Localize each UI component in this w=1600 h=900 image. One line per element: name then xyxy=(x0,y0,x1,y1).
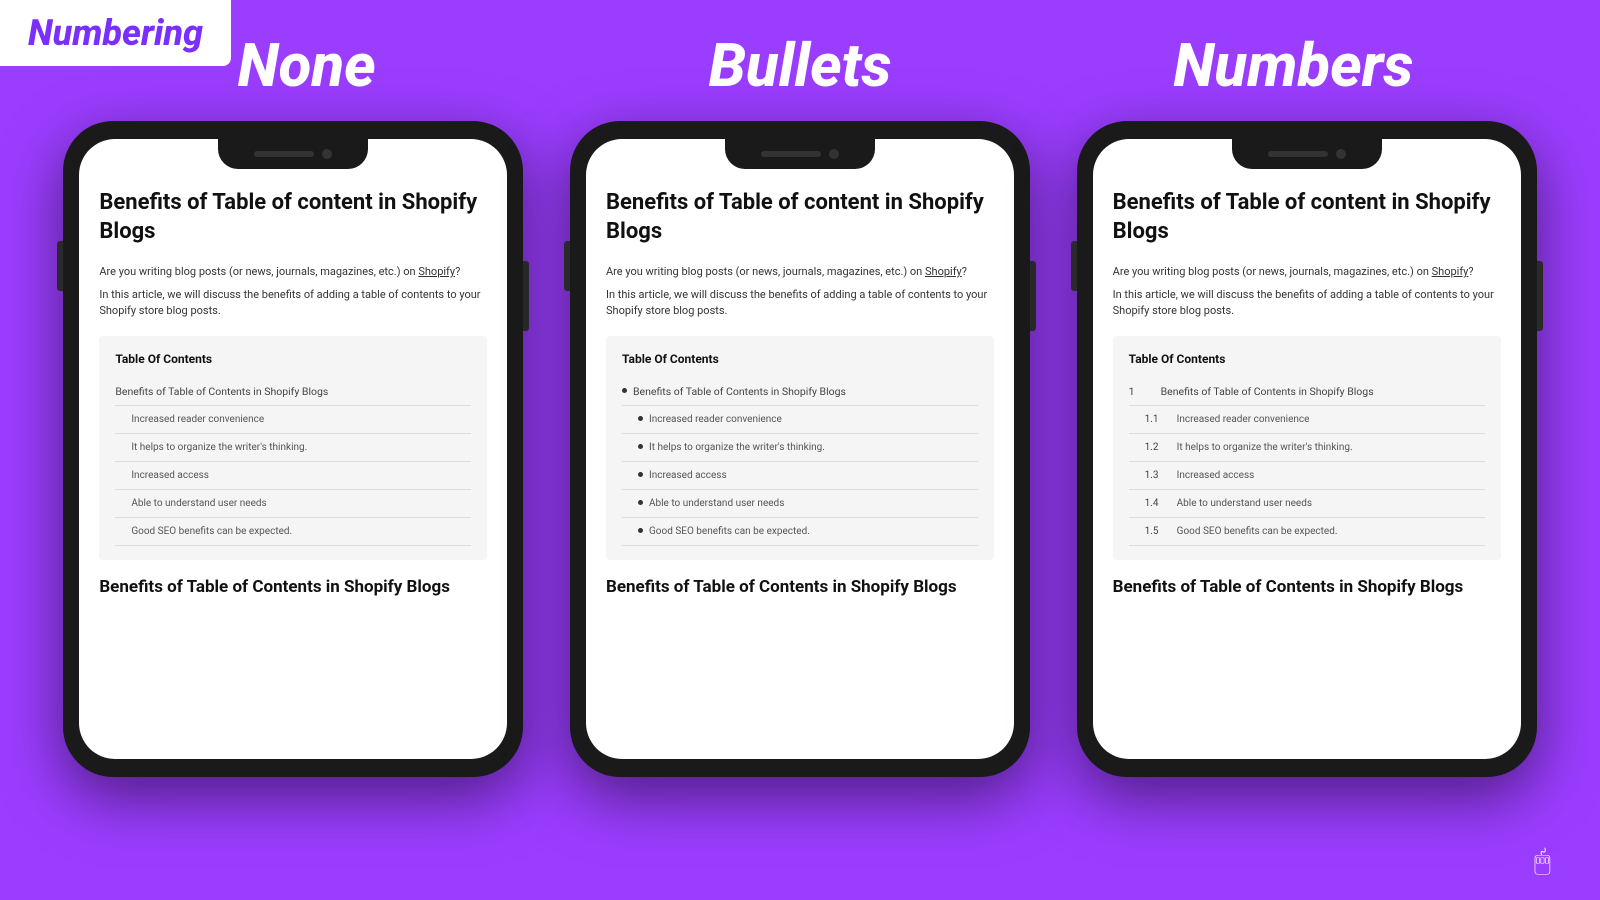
page-title: Numbering xyxy=(28,12,203,54)
toc-sub-4-numbers[interactable]: 1.5 Good SEO benefits can be expected. xyxy=(1129,518,1485,546)
toc-sub-2-bullets[interactable]: Increased access xyxy=(622,462,978,490)
intro2-none: In this article, we will discuss the ben… xyxy=(99,287,487,320)
bullet-sub-4 xyxy=(638,528,643,533)
article-title-bullets: Benefits of Table of content in Shopify … xyxy=(606,189,994,246)
toc-sub-3-numbers[interactable]: 1.4 Able to understand user needs xyxy=(1129,490,1485,518)
toc-sub-3-none[interactable]: Able to understand user needs xyxy=(115,490,471,518)
screen-footer-none: Benefits of Table of Contents in Shopify… xyxy=(99,576,487,600)
toc-main-none[interactable]: Benefits of Table of Contents in Shopify… xyxy=(115,378,471,407)
intro2-numbers: In this article, we will discuss the ben… xyxy=(1113,287,1501,320)
toc-title-numbers: Table Of Contents xyxy=(1129,350,1485,368)
phone-none: Benefits of Table of content in Shopify … xyxy=(63,121,523,777)
phone-frame-bullets: Benefits of Table of content in Shopify … xyxy=(570,121,1030,777)
toc-sub-4-bullets[interactable]: Good SEO benefits can be expected. xyxy=(622,518,978,546)
intro2-bullets: In this article, we will discuss the ben… xyxy=(606,287,994,320)
camera-numbers xyxy=(1336,149,1346,159)
phone-notch-numbers xyxy=(1232,139,1382,169)
screen-footer-bullets: Benefits of Table of Contents in Shopify… xyxy=(606,576,994,600)
intro-bullets: Are you writing blog posts (or news, jou… xyxy=(606,264,994,281)
intro-none: Are you writing blog posts (or news, jou… xyxy=(99,264,487,281)
toc-sub-2-numbers[interactable]: 1.3 Increased access xyxy=(1129,462,1485,490)
toc-main-numbers[interactable]: 1 Benefits of Table of Contents in Shopi… xyxy=(1129,378,1485,407)
camera-bullets xyxy=(829,149,839,159)
bullet-sub-2 xyxy=(638,472,643,477)
num-sub-2: 1.3 xyxy=(1145,468,1169,483)
toc-box-numbers: Table Of Contents 1 Benefits of Table of… xyxy=(1113,336,1501,561)
speaker-bullets xyxy=(761,151,821,157)
article-title-none: Benefits of Table of content in Shopify … xyxy=(99,189,487,246)
toc-sub-0-none[interactable]: Increased reader convenience xyxy=(115,406,471,434)
bullet-main xyxy=(622,388,627,393)
toc-sub-0-bullets[interactable]: Increased reader convenience xyxy=(622,406,978,434)
title-badge: Numbering xyxy=(0,0,231,66)
phone-notch-none xyxy=(218,139,368,169)
toc-sub-4-none[interactable]: Good SEO benefits can be expected. xyxy=(115,518,471,546)
cursor-icon: 🖱 xyxy=(1534,844,1570,880)
toc-sub-1-numbers[interactable]: 1.2 It helps to organize the writer's th… xyxy=(1129,434,1485,462)
toc-box-none: Table Of Contents Benefits of Table of C… xyxy=(99,336,487,561)
num-sub-0: 1.1 xyxy=(1145,412,1169,427)
footer-heading-bullets: Benefits of Table of Contents in Shopify… xyxy=(606,576,994,600)
phone-numbers: Benefits of Table of content in Shopify … xyxy=(1077,121,1537,777)
toc-sub-3-bullets[interactable]: Able to understand user needs xyxy=(622,490,978,518)
screen-content-none: Benefits of Table of content in Shopify … xyxy=(99,189,487,600)
phone-screen-none: Benefits of Table of content in Shopify … xyxy=(79,139,507,759)
toc-sub-2-none[interactable]: Increased access xyxy=(115,462,471,490)
screen-content-numbers: Benefits of Table of content in Shopify … xyxy=(1113,189,1501,600)
toc-box-bullets: Table Of Contents Benefits of Table of C… xyxy=(606,336,994,561)
phone-screen-bullets: Benefits of Table of content in Shopify … xyxy=(586,139,1014,759)
bullet-sub-3 xyxy=(638,500,643,505)
col-header-bullets: Bullets xyxy=(556,30,1044,101)
toc-sub-1-bullets[interactable]: It helps to organize the writer's thinki… xyxy=(622,434,978,462)
screen-footer-numbers: Benefits of Table of Contents in Shopify… xyxy=(1113,576,1501,600)
col-header-numbers: Numbers xyxy=(1049,30,1537,101)
footer-heading-numbers: Benefits of Table of Contents in Shopify… xyxy=(1113,576,1501,600)
toc-title-bullets: Table Of Contents xyxy=(622,350,978,368)
num-sub-4: 1.5 xyxy=(1145,524,1169,539)
phone-screen-numbers: Benefits of Table of content in Shopify … xyxy=(1093,139,1521,759)
toc-sub-0-numbers[interactable]: 1.1 Increased reader convenience xyxy=(1129,406,1485,434)
intro-numbers: Are you writing blog posts (or news, jou… xyxy=(1113,264,1501,281)
footer-heading-none: Benefits of Table of Contents in Shopify… xyxy=(99,576,487,600)
num-sub-3: 1.4 xyxy=(1145,496,1169,511)
phone-frame-none: Benefits of Table of content in Shopify … xyxy=(63,121,523,777)
columns-header: None Bullets Numbers xyxy=(0,0,1600,101)
num-sub-1: 1.2 xyxy=(1145,440,1169,455)
speaker-none xyxy=(254,151,314,157)
phone-notch-bullets xyxy=(725,139,875,169)
num-main: 1 xyxy=(1129,384,1153,400)
toc-main-bullets[interactable]: Benefits of Table of Contents in Shopify… xyxy=(622,378,978,407)
phone-bullets: Benefits of Table of content in Shopify … xyxy=(570,121,1030,777)
phone-frame-numbers: Benefits of Table of content in Shopify … xyxy=(1077,121,1537,777)
phones-row: Benefits of Table of content in Shopify … xyxy=(0,101,1600,777)
article-title-numbers: Benefits of Table of content in Shopify … xyxy=(1113,189,1501,246)
toc-sub-1-none[interactable]: It helps to organize the writer's thinki… xyxy=(115,434,471,462)
bullet-sub-0 xyxy=(638,416,643,421)
bullet-sub-1 xyxy=(638,444,643,449)
speaker-numbers xyxy=(1268,151,1328,157)
camera-none xyxy=(322,149,332,159)
toc-title-none: Table Of Contents xyxy=(115,350,471,368)
screen-content-bullets: Benefits of Table of content in Shopify … xyxy=(606,189,994,600)
